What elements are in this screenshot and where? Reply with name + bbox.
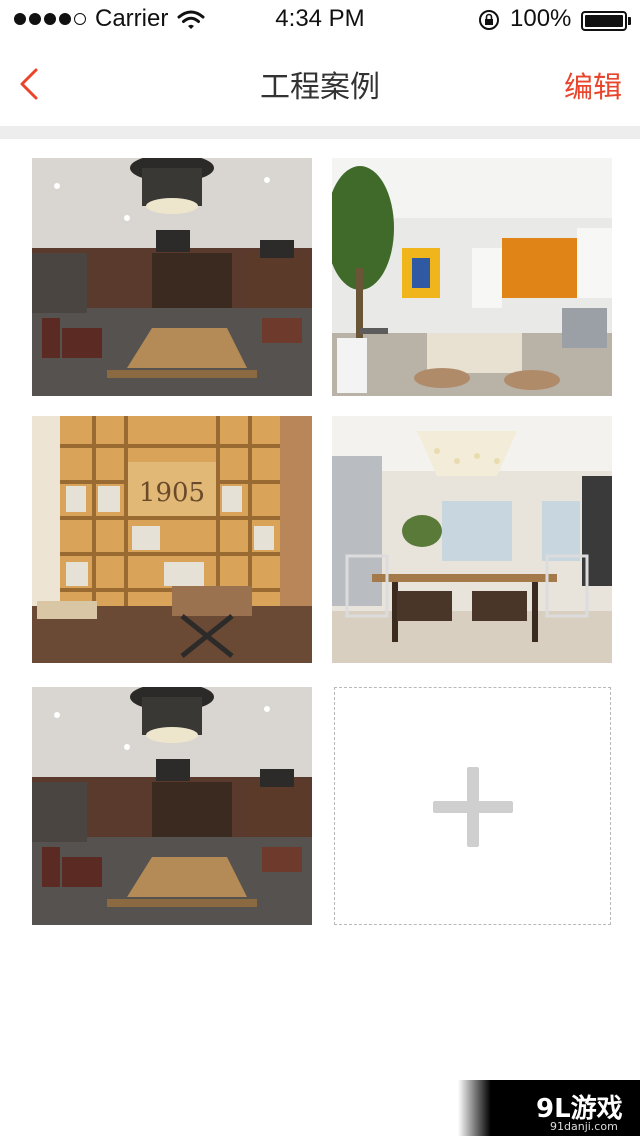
status-bar: Carrier 4:34 PM 100%	[0, 0, 640, 40]
page-title: 工程案例	[260, 70, 380, 105]
battery-icon	[581, 11, 627, 31]
site-watermark: 9L游戏 91danji.com	[458, 1080, 640, 1136]
project-photo-dining-room[interactable]	[332, 416, 612, 663]
plus-icon-vertical	[467, 767, 479, 847]
add-photo-button[interactable]	[334, 687, 611, 925]
section-divider	[0, 126, 640, 139]
battery-nub	[628, 17, 631, 25]
orientation-lock-icon	[479, 10, 499, 30]
project-photo-restaurant-2[interactable]	[32, 687, 312, 925]
project-photo-bookshelf[interactable]: 1905	[32, 416, 312, 663]
edit-button[interactable]: 编辑	[564, 64, 622, 106]
battery-percent: 100%	[510, 5, 572, 32]
project-photo-living-room[interactable]	[332, 158, 612, 396]
project-photo-grid: 1905	[0, 139, 640, 939]
watermark-url: 91danji.com	[550, 1120, 618, 1133]
project-photo-restaurant[interactable]	[32, 158, 312, 396]
svg-text:1905: 1905	[139, 478, 205, 508]
navigation-bar: 工程案例 编辑	[0, 40, 640, 126]
